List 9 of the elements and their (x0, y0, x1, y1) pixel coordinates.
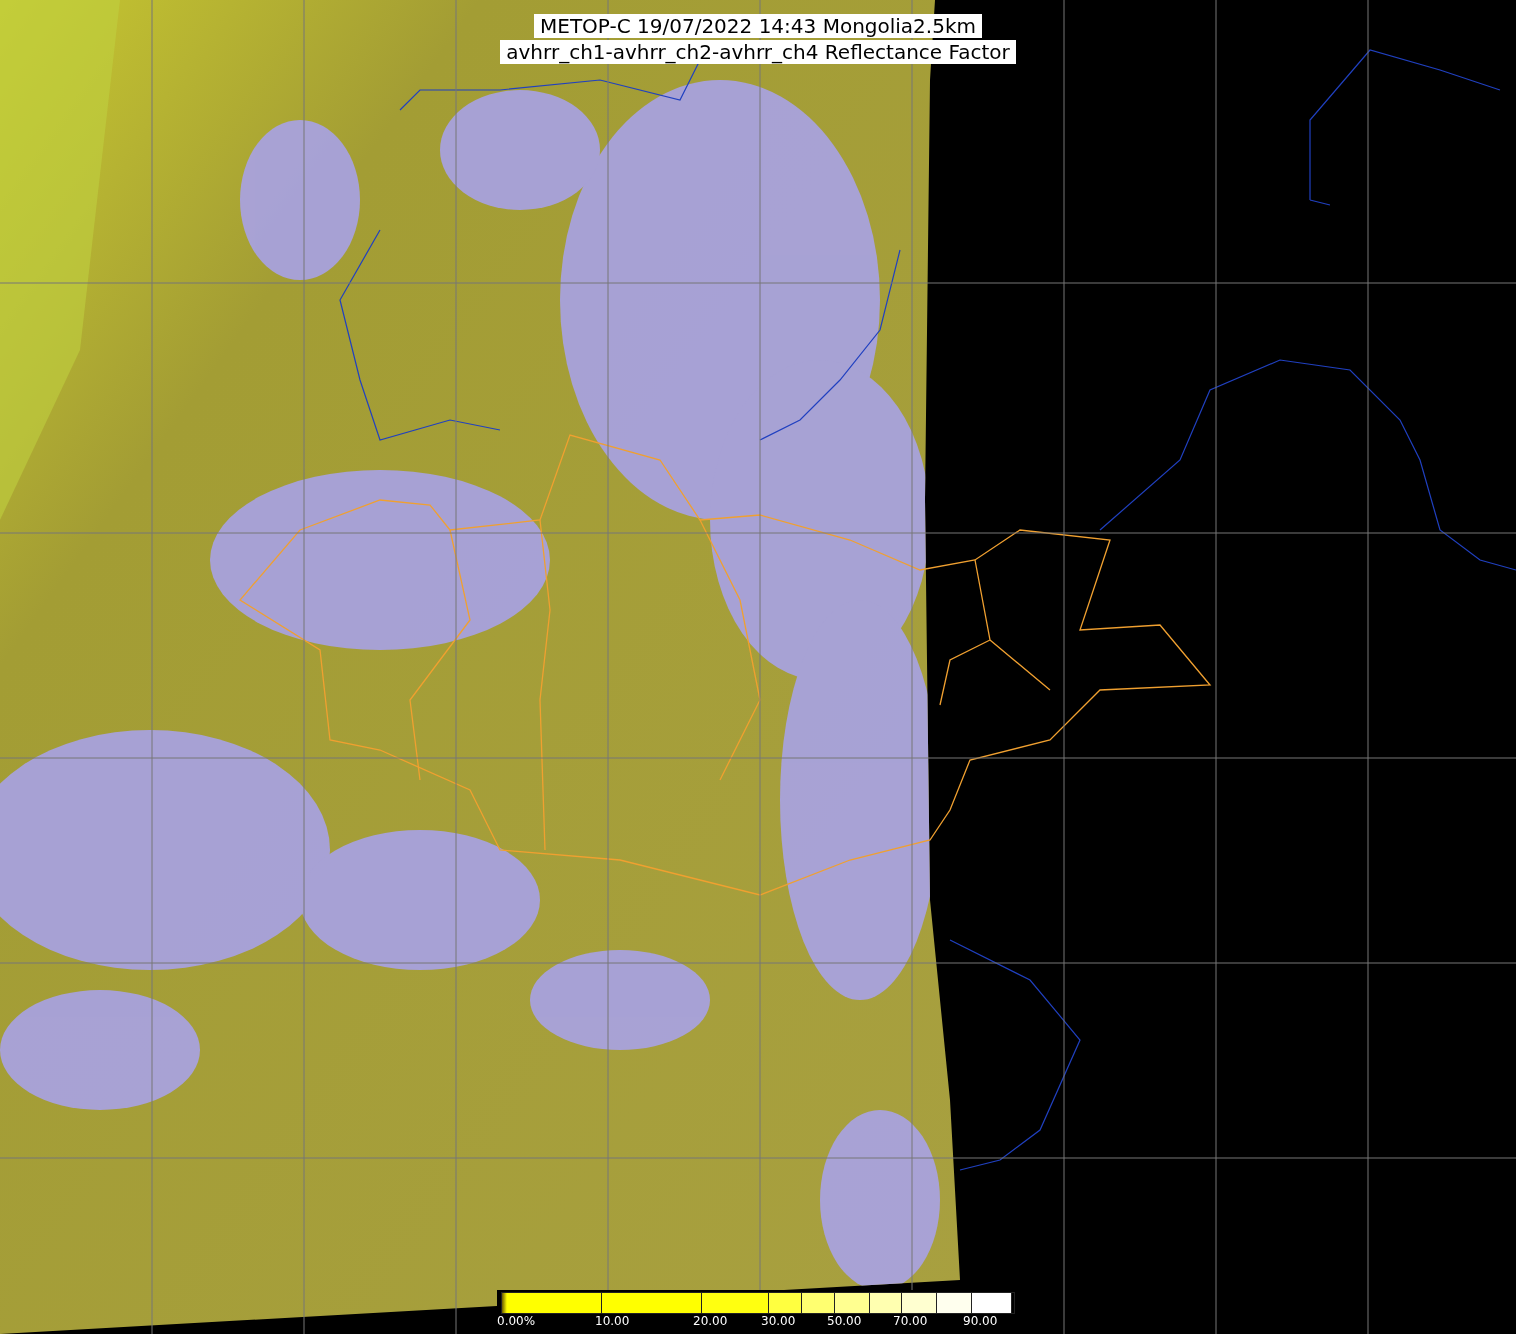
map-title: avhrr_ch1-avhrr_ch2-avhrr_ch4 Reflectance Factor (500, 40, 1016, 64)
scale-label: 30.00 (761, 1314, 796, 1328)
scale-label: 70.00 (893, 1314, 928, 1328)
scale-label: 0.00% (497, 1314, 536, 1328)
map-title: METOP-C 19/07/2022 14:43 Mongolia2.5km (534, 14, 982, 38)
scale-label: 10.00 (595, 1314, 630, 1328)
scale-label: 50.00 (827, 1314, 862, 1328)
scale-label: 90.00 (963, 1314, 998, 1328)
scale-label: 20.00 (693, 1314, 728, 1328)
